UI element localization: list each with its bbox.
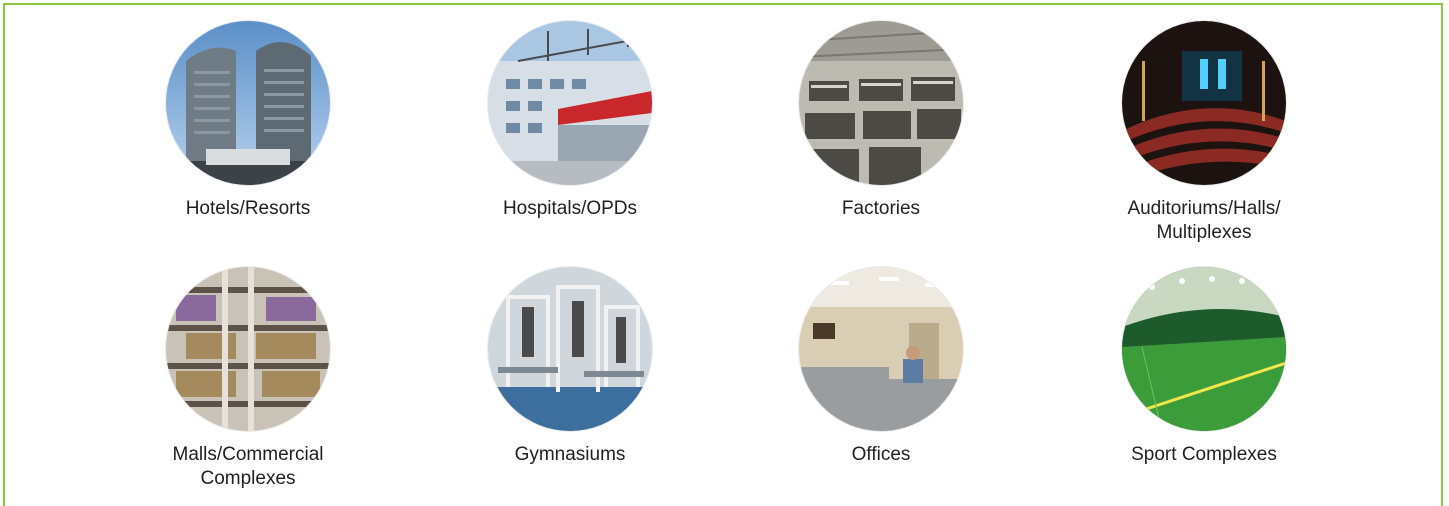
malls-photo <box>166 267 330 431</box>
item-label: Auditoriums/Halls/ Multiplexes <box>1094 197 1314 245</box>
item-label: Malls/Commercial Complexes <box>138 443 358 491</box>
item-label: Factories <box>841 198 921 219</box>
item-label: Sport Complexes <box>1131 444 1277 465</box>
tile-hospitals-opds: Hospitals/OPDs <box>460 21 680 221</box>
auditoriums-photo <box>1122 21 1286 185</box>
label-line-2: Complexes <box>200 468 296 489</box>
content-frame: Hotels/Resorts Hospitals/OPDs Factories … <box>3 3 1443 506</box>
tile-offices: Offices <box>771 267 991 467</box>
item-label: Gymnasiums <box>514 444 626 465</box>
tile-gymnasiums: Gymnasiums <box>460 267 680 467</box>
tile-hotels-resorts: Hotels/Resorts <box>138 21 358 221</box>
sport-complexes-photo <box>1122 267 1286 431</box>
label-line-2: Multiplexes <box>1156 222 1252 243</box>
hospitals-opds-photo <box>488 21 652 185</box>
gymnasiums-photo <box>488 267 652 431</box>
item-label: Offices <box>851 444 911 465</box>
tile-malls-commercial: Malls/Commercial Complexes <box>138 267 358 491</box>
tile-factories: Factories <box>771 21 991 221</box>
label-line-1: Auditoriums/Halls/ <box>1127 198 1281 219</box>
tile-auditoriums: Auditoriums/Halls/ Multiplexes <box>1094 21 1314 245</box>
label-line-1: Malls/Commercial <box>172 444 324 465</box>
offices-photo <box>799 267 963 431</box>
factories-photo <box>799 21 963 185</box>
item-label: Hospitals/OPDs <box>502 198 638 219</box>
hotels-resorts-photo <box>166 21 330 185</box>
item-label: Hotels/Resorts <box>185 198 311 219</box>
tile-sport-complexes: Sport Complexes <box>1094 267 1314 467</box>
